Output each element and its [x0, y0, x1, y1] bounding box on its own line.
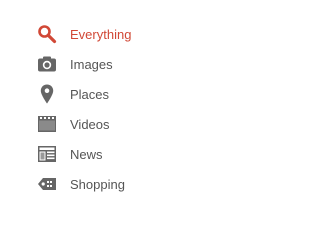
- search-icon: [36, 23, 58, 45]
- nav-item-label: Images: [70, 56, 113, 72]
- nav-item-label: Everything: [70, 26, 132, 42]
- nav-item-shopping[interactable]: Shopping: [36, 172, 196, 196]
- film-icon: [36, 113, 58, 135]
- search-type-nav: Everything Images Places Videos News Sho…: [0, 0, 218, 226]
- nav-item-everything[interactable]: Everything: [36, 22, 196, 46]
- nav-item-videos[interactable]: Videos: [36, 112, 196, 136]
- nav-item-label: News: [70, 146, 103, 162]
- nav-item-label: Shopping: [70, 176, 125, 192]
- price-tag-icon: [36, 173, 58, 195]
- nav-item-images[interactable]: Images: [36, 52, 196, 76]
- nav-item-news[interactable]: News: [36, 142, 196, 166]
- map-pin-icon: [36, 83, 58, 105]
- camera-icon: [36, 53, 58, 75]
- nav-item-label: Videos: [70, 116, 110, 132]
- newspaper-icon: [36, 143, 58, 165]
- nav-item-places[interactable]: Places: [36, 82, 196, 106]
- nav-item-label: Places: [70, 86, 110, 102]
